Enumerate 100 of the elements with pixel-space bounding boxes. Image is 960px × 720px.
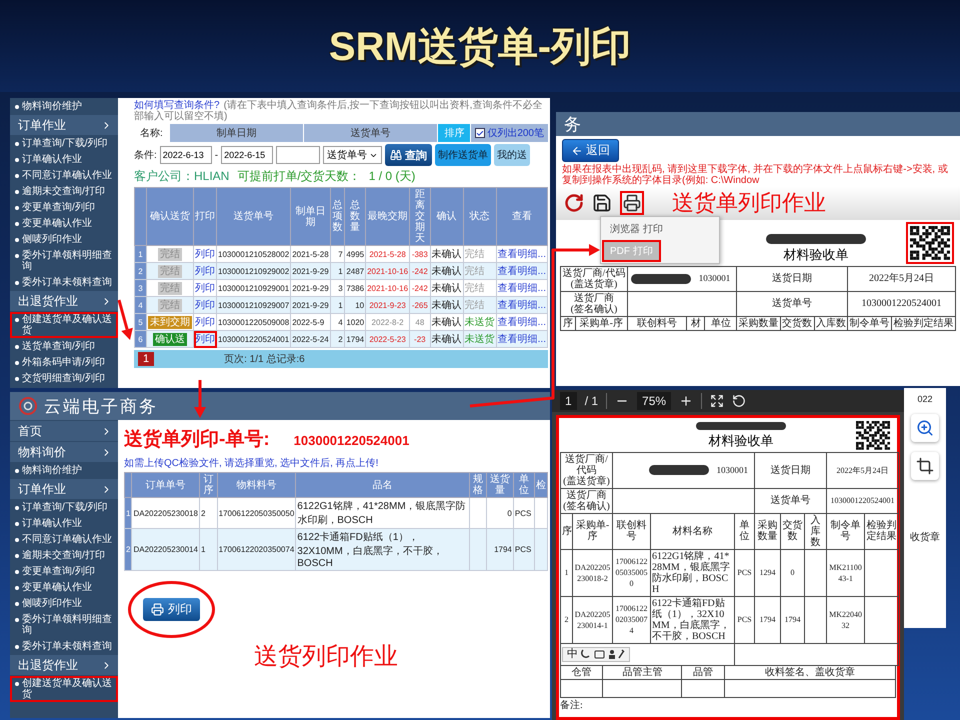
row-number: 5 bbox=[134, 314, 146, 330]
create-delivery-button[interactable]: 制作送货单 bbox=[435, 144, 492, 166]
menu-item[interactable]: 侧唛列印作业 bbox=[10, 596, 118, 611]
row-number: 1 bbox=[134, 246, 146, 262]
menu-item[interactable]: 逾期未交查询/打印 bbox=[10, 548, 118, 563]
menu-item[interactable]: 送货单查询/列印 bbox=[10, 339, 118, 354]
menu-item[interactable]: 变更单确认作业 bbox=[10, 580, 118, 595]
slide-title: SRM送货单-列印 bbox=[328, 24, 632, 70]
menu-item[interactable]: 逾期未交查询/打印 bbox=[10, 184, 118, 199]
menu-item-label: 物料询价维护 bbox=[22, 101, 82, 112]
menu-section[interactable]: 物料询价 bbox=[10, 442, 118, 462]
zoom-level[interactable]: 75% bbox=[637, 392, 672, 410]
menu-item[interactable]: 变更单查询/列印 bbox=[10, 200, 118, 215]
menu-item[interactable]: 不同意订单确认作业 bbox=[10, 168, 118, 183]
my-delivery-button[interactable]: 我的送 bbox=[494, 144, 530, 166]
menu-section[interactable]: 订单作业 bbox=[10, 479, 118, 499]
menu-item-label: 委外订单领料明细查询 bbox=[22, 614, 113, 636]
menu-item[interactable]: 交货明细查询/列印 bbox=[10, 371, 118, 386]
bullet-icon bbox=[15, 586, 19, 590]
table-cell: 17006122020350074 bbox=[217, 528, 296, 570]
keyword-field[interactable] bbox=[276, 146, 320, 164]
column-header: 确认送货 bbox=[146, 188, 194, 246]
column-header: 检验判定结果 bbox=[864, 513, 899, 550]
menu-item[interactable]: 委外订单领料明细查询 bbox=[10, 612, 118, 638]
page-number[interactable]: 1 bbox=[138, 352, 154, 366]
bullet-icon bbox=[15, 361, 19, 365]
menu-item[interactable]: 创建送货单及确认送货 bbox=[10, 676, 118, 702]
bullet-icon bbox=[15, 618, 19, 622]
print-link[interactable]: 列印 bbox=[194, 330, 216, 348]
menu-option[interactable]: 浏览器 打印 bbox=[602, 218, 671, 240]
page-number-field[interactable]: 1 bbox=[560, 392, 577, 410]
table-cell: PCS bbox=[513, 528, 534, 570]
bullet-icon bbox=[15, 522, 19, 526]
column-header: 距离交期天 bbox=[410, 188, 430, 246]
remark-label: 备注: bbox=[560, 698, 583, 712]
menu-item[interactable]: 变更单查询/列印 bbox=[10, 564, 118, 579]
details-link[interactable]: 查看明细... bbox=[496, 330, 548, 348]
column-header: 采购数量 bbox=[754, 513, 781, 550]
menu-item[interactable]: 订单确认作业 bbox=[10, 516, 118, 531]
menu-item-label: 订单确认作业 bbox=[22, 518, 82, 529]
partial-text: 收货章 bbox=[910, 530, 940, 544]
query-button[interactable]: 查詢 bbox=[385, 144, 432, 166]
column-header: 交货数 bbox=[780, 513, 805, 550]
menu-item[interactable]: 物料询价维护 bbox=[10, 99, 118, 114]
menu-section[interactable]: 出退货作业 bbox=[10, 655, 118, 675]
column-header: 序 bbox=[560, 513, 572, 550]
crop-button[interactable] bbox=[911, 452, 939, 480]
menu-section[interactable]: 订单作业 bbox=[10, 115, 118, 135]
ime-mode-label[interactable]: 中 bbox=[567, 648, 578, 660]
column-header: 交货数 bbox=[780, 316, 814, 330]
table-cell: 1794 bbox=[344, 330, 366, 348]
field-value: 1030001220524001 bbox=[860, 298, 943, 310]
menu-item-label: 变更单确认作业 bbox=[22, 582, 92, 593]
binoculars-icon bbox=[390, 149, 402, 161]
column-header: 采购单-序 bbox=[575, 316, 628, 330]
menu-item[interactable]: 委外订单未领料查询 bbox=[10, 639, 118, 654]
print-link[interactable]: 列印 bbox=[194, 314, 216, 330]
menu-section[interactable]: 出退货作业 bbox=[10, 291, 118, 311]
menu-item[interactable]: 委外订单领料明细查询 bbox=[10, 248, 118, 274]
menu-item[interactable]: 变更单确认作业 bbox=[10, 216, 118, 231]
table-cell: 2022-5-23 bbox=[366, 330, 410, 348]
refresh-icon[interactable] bbox=[564, 193, 584, 213]
menu-item[interactable]: 订单查询/下载/列印 bbox=[10, 500, 118, 515]
menu-item[interactable]: 创建送货单及确认送货 bbox=[10, 312, 118, 338]
menu-item-label: 不同意订单确认作业 bbox=[22, 170, 112, 181]
menu-item-label: 逾期未交查询/打印 bbox=[22, 186, 105, 197]
menu-item-label: 订单查询/下载/列印 bbox=[22, 502, 108, 513]
menu-item[interactable]: 订单查询/下载/列印 bbox=[10, 136, 118, 151]
column-header: 制令单号 bbox=[826, 513, 865, 550]
menu-item[interactable]: 委外订单未领料查询 bbox=[10, 275, 118, 290]
status-button[interactable]: 确认送 bbox=[153, 332, 187, 346]
menu-item[interactable]: 物料询价维护 bbox=[10, 463, 118, 478]
date-from-field[interactable]: 2022-6-13 bbox=[160, 146, 212, 164]
column-header: 总数量 bbox=[344, 188, 366, 246]
menu-section[interactable]: 首页 bbox=[10, 421, 118, 441]
zoom-in-button[interactable] bbox=[911, 414, 939, 442]
sort-select[interactable]: 送货单号 bbox=[323, 146, 382, 164]
zoom-in-icon bbox=[916, 419, 934, 437]
column-header: 制令单号 bbox=[848, 316, 892, 330]
fit-page-icon[interactable] bbox=[710, 394, 724, 408]
logo-icon bbox=[18, 396, 38, 416]
bullet-icon bbox=[15, 377, 19, 381]
menu-item[interactable]: 订单确认作业 bbox=[10, 152, 118, 167]
zoom-in-icon[interactable] bbox=[679, 394, 694, 408]
menu-item[interactable]: 外箱条码申请/列印 bbox=[10, 355, 118, 370]
column-header: 确认 bbox=[430, 188, 464, 246]
save-icon[interactable] bbox=[592, 193, 612, 213]
ime-tool-icons[interactable] bbox=[581, 649, 625, 660]
checkbox[interactable] bbox=[475, 128, 486, 138]
table-cell: DA202205230014 bbox=[132, 528, 200, 570]
rotate-icon[interactable] bbox=[732, 394, 746, 408]
menu-item[interactable]: 侧唛列印作业 bbox=[10, 232, 118, 247]
back-button[interactable]: 返回 bbox=[562, 139, 619, 162]
menu-item[interactable]: 不同意订单确认作业 bbox=[10, 532, 118, 547]
help-link[interactable]: 如何填写查询条件? bbox=[134, 100, 220, 111]
field-label: 送货单号 bbox=[771, 298, 814, 310]
column-header: 制单日期 bbox=[290, 188, 330, 246]
print-button[interactable]: 列印 bbox=[143, 598, 200, 621]
table-cell: 未送货 bbox=[463, 330, 496, 348]
date-to-field[interactable]: 2022-6-15 bbox=[221, 146, 274, 164]
